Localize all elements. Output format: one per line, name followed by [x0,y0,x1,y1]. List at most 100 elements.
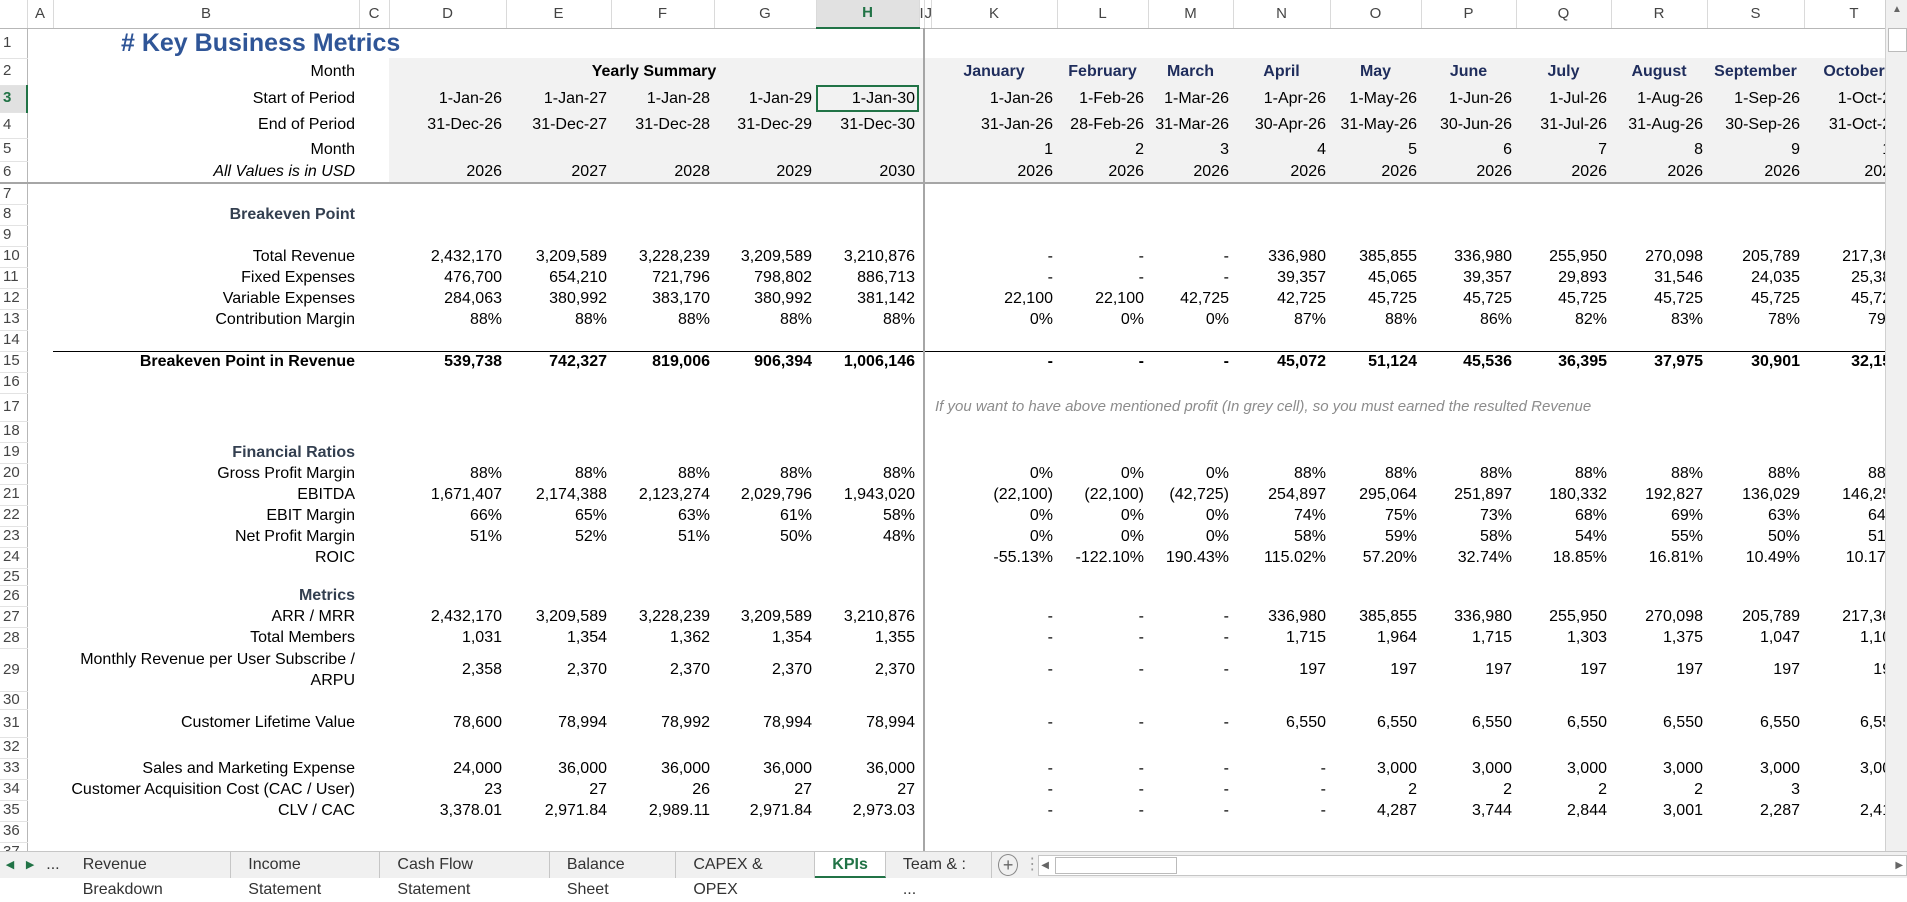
cell-n7[interactable] [1233,183,1330,204]
cell-s12[interactable]: 45,725 [1707,288,1804,309]
cell-l21[interactable]: (22,100) [1057,484,1148,505]
cell-h5[interactable] [816,138,919,161]
cell-f19[interactable] [611,442,714,463]
row-header-4[interactable]: 4 [0,112,28,139]
cell-l8[interactable] [1057,204,1148,225]
cell-r18[interactable] [1611,421,1707,442]
cell-g7[interactable] [714,183,816,204]
cell-n29[interactable]: 197 [1233,649,1330,692]
cell-e26[interactable] [506,586,611,607]
cell-j35[interactable] [924,800,931,821]
cell-n4[interactable]: 30-Apr-26 [1233,112,1330,138]
cell-d9[interactable] [389,225,506,246]
cell-c27[interactable] [359,607,389,628]
cell-c35[interactable] [359,800,389,821]
cell-p3[interactable]: 1-Jun-26 [1421,85,1516,112]
cell-d35[interactable]: 3,378.01 [389,800,506,821]
scroll-left-icon[interactable]: ◀ [1041,856,1049,875]
cell-h8[interactable] [816,204,919,225]
cell-s21[interactable]: 136,029 [1707,484,1804,505]
cell-l14[interactable] [1057,330,1148,351]
cell-t4[interactable]: 31-Oct-26 [1804,112,1885,138]
cell-p26[interactable] [1421,586,1516,607]
cell-c31[interactable] [359,709,389,737]
cell-t9[interactable] [1804,225,1885,246]
cell-q5[interactable]: 7 [1516,138,1611,161]
cell-j21[interactable] [924,484,931,505]
cell-s8[interactable] [1707,204,1804,225]
sheet-tab-capex-opex[interactable]: CAPEX & OPEX [676,852,816,898]
cell-c6[interactable] [359,161,389,184]
row-header-20[interactable]: 20 [0,463,28,485]
section-heading[interactable]: Metrics [53,586,359,607]
cell-l26[interactable] [1057,586,1148,607]
cell-k24[interactable]: -55.13% [931,547,1057,568]
cell-n25[interactable] [1233,568,1330,586]
cell-j36[interactable] [924,821,931,842]
sheet-tab-balance-sheet[interactable]: Balance Sheet [549,852,677,898]
cell-k12[interactable]: 22,100 [931,288,1057,309]
cell-c4[interactable] [359,112,389,138]
cell-t12[interactable]: 45,725 [1804,288,1885,309]
cell-a27[interactable] [27,607,53,628]
cell-e11[interactable]: 654,210 [506,267,611,288]
cell-g36[interactable] [714,821,816,842]
cell-q28[interactable]: 1,303 [1516,628,1611,649]
row-label[interactable]: Contribution Margin [53,309,359,330]
cell-o4[interactable]: 31-May-26 [1330,112,1421,138]
cell-a1[interactable] [27,28,53,58]
cell-a3[interactable] [27,85,53,112]
cell-s35[interactable]: 2,287 [1707,800,1804,821]
cell-a12[interactable] [27,288,53,309]
cell-f4[interactable]: 31-Dec-28 [611,112,714,138]
sheet-tab-revenue-breakdown[interactable]: Revenue Breakdown [65,852,232,898]
cell-m12[interactable]: 42,725 [1148,288,1233,309]
cell-a30[interactable] [27,692,53,710]
cell-j28[interactable] [924,628,931,649]
cell-o7[interactable] [1330,183,1421,204]
cell-c10[interactable] [359,246,389,267]
cell-a8[interactable] [27,204,53,225]
cell-m21[interactable]: (42,725) [1148,484,1233,505]
cell-o33[interactable]: 3,000 [1330,758,1421,779]
cell-h6[interactable]: 2030 [816,161,919,184]
cell-e27[interactable]: 3,209,589 [506,607,611,628]
cell-j33[interactable] [924,758,931,779]
cell-t27[interactable]: 217,365 [1804,607,1885,628]
cell-g27[interactable]: 3,209,589 [714,607,816,628]
cell-o12[interactable]: 45,725 [1330,288,1421,309]
cell-j6[interactable] [924,161,931,184]
cell-j18[interactable] [924,421,931,442]
column-header-r[interactable]: R [1611,0,1708,29]
cell-o6[interactable]: 2026 [1330,161,1421,184]
cell-m24[interactable]: 190.43% [1148,547,1233,568]
cell-d16[interactable] [389,372,506,393]
cell-d32[interactable] [389,737,506,758]
cell-k28[interactable]: - [931,628,1057,649]
cell-m22[interactable]: 0% [1148,505,1233,526]
cell-k18[interactable] [931,421,1057,442]
cell-s14[interactable] [1707,330,1804,351]
cell-q19[interactable] [1516,442,1611,463]
cell-p28[interactable]: 1,715 [1421,628,1516,649]
row-header-26[interactable]: 26 [0,585,28,607]
cell-g16[interactable] [714,372,816,393]
cell-r14[interactable] [1611,330,1707,351]
cell-j14[interactable] [924,330,931,351]
cell-e36[interactable] [506,821,611,842]
row-label[interactable]: ARR / MRR [53,607,359,628]
cell-o24[interactable]: 57.20% [1330,547,1421,568]
cell-h14[interactable] [816,330,919,351]
cell-l30[interactable] [1057,692,1148,710]
cell-d28[interactable]: 1,031 [389,628,506,649]
cell-k4[interactable]: 31-Jan-26 [931,112,1057,138]
cell-m23[interactable]: 0% [1148,526,1233,547]
cell-n23[interactable]: 58% [1233,526,1330,547]
cell-j32[interactable] [924,737,931,758]
cell-q15[interactable]: 36,395 [1516,350,1611,372]
cell-a16[interactable] [27,372,53,393]
cell-t15[interactable]: 32,150 [1804,350,1885,372]
cell-q23[interactable]: 54% [1516,526,1611,547]
cell-r13[interactable]: 83% [1611,309,1707,330]
cell-h7[interactable] [816,183,919,204]
